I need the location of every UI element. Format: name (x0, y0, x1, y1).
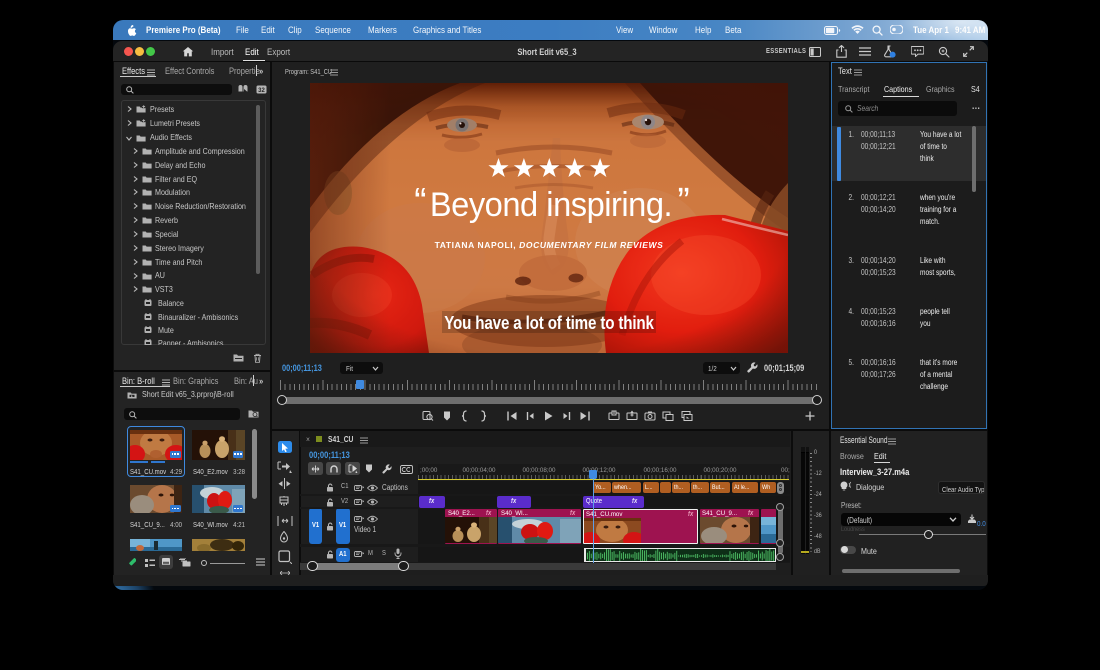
svg-text:32: 32 (258, 88, 265, 94)
